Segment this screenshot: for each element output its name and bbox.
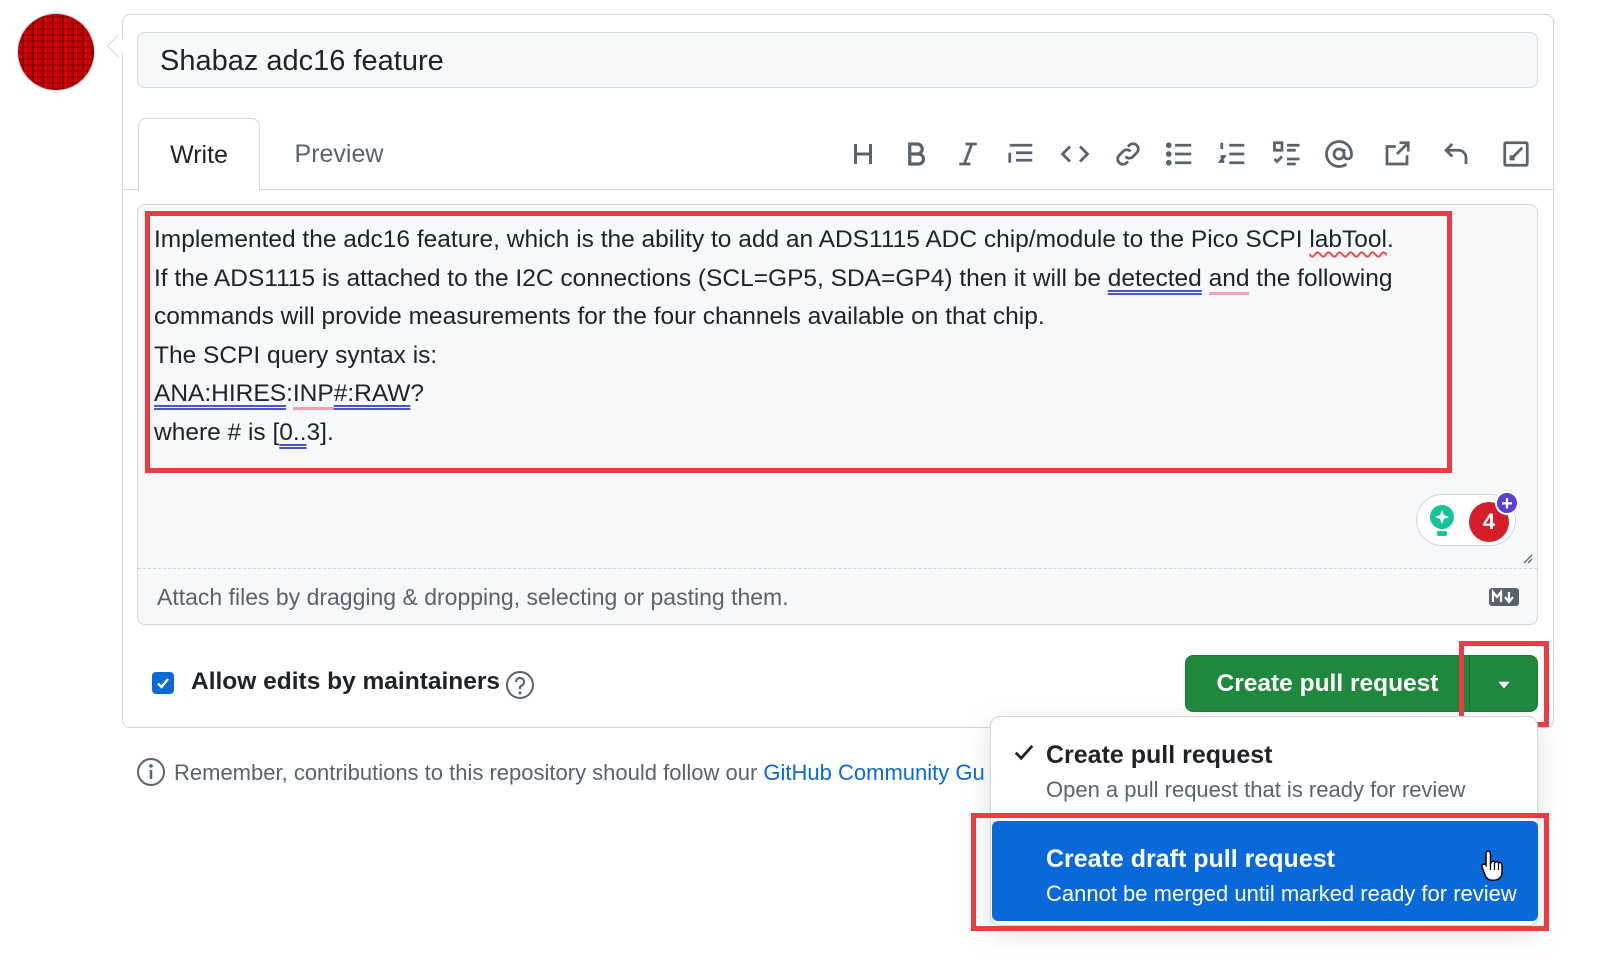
menu-item-title: Create pull request	[1046, 741, 1273, 769]
menu-item-create-pr[interactable]: Create pull request Open a pull request …	[991, 717, 1537, 815]
community-guidelines-link[interactable]: GitHub Community Gu	[763, 760, 984, 785]
code-icon[interactable]	[1056, 135, 1094, 173]
allow-edits-checkbox[interactable]	[152, 672, 174, 694]
italic-icon[interactable]	[949, 135, 987, 173]
mention-icon[interactable]	[1320, 135, 1358, 173]
description-textarea[interactable]: Implemented the adc16 feature, which is …	[137, 204, 1538, 625]
description-text: Implemented the adc16 feature, which is …	[154, 226, 1394, 446]
create-pr-button[interactable]: Create pull request	[1186, 656, 1469, 711]
pr-title-input[interactable]: Shabaz adc16 feature	[137, 32, 1538, 88]
unordered-list-icon[interactable]	[1161, 135, 1199, 173]
grammar-plus-badge: +	[1495, 491, 1519, 515]
info-icon	[137, 758, 165, 786]
triangle-down-icon	[1498, 681, 1510, 688]
help-icon[interactable]	[505, 670, 535, 700]
contribution-reminder: Remember, contributions to this reposito…	[174, 760, 985, 785]
bold-icon[interactable]	[897, 135, 935, 173]
hand-cursor-icon	[1480, 850, 1503, 881]
reference-icon[interactable]	[1378, 135, 1416, 173]
check-icon	[1014, 744, 1034, 761]
heading-icon[interactable]	[844, 135, 882, 173]
menu-item-description: Open a pull request that is ready for re…	[1046, 777, 1466, 802]
reply-icon[interactable]	[1437, 135, 1475, 173]
create-pr-split-button: Create pull request	[1185, 655, 1538, 712]
menu-item-create-draft-pr[interactable]: Create draft pull request Cannot be merg…	[992, 821, 1538, 921]
create-pr-dropdown-toggle[interactable]	[1470, 656, 1538, 711]
markdown-icon[interactable]	[1489, 587, 1519, 607]
user-avatar[interactable]	[18, 14, 94, 90]
resize-handle-icon[interactable]	[1521, 552, 1533, 564]
attach-files-bar[interactable]: Attach files by dragging & dropping, sel…	[138, 568, 1537, 624]
tab-write[interactable]: Write	[138, 118, 260, 191]
lightbulb-icon	[1430, 505, 1454, 536]
tab-preview[interactable]: Preview	[283, 118, 395, 190]
create-pr-menu: Create pull request Open a pull request …	[990, 716, 1538, 926]
ordered-list-icon[interactable]	[1214, 135, 1252, 173]
task-list-icon[interactable]	[1268, 135, 1306, 173]
menu-item-description: Cannot be merged until marked ready for …	[1046, 881, 1517, 906]
menu-item-title: Create draft pull request	[1046, 845, 1335, 873]
link-icon[interactable]	[1109, 135, 1147, 173]
checkmark-icon	[157, 678, 169, 689]
quote-icon[interactable]	[1002, 135, 1040, 173]
grammar-checker-widget[interactable]: 4 +	[1416, 491, 1519, 546]
allow-edits-label[interactable]: Allow edits by maintainers	[191, 668, 500, 696]
fullscreen-icon[interactable]	[1497, 135, 1535, 173]
attach-hint: Attach files by dragging & dropping, sel…	[157, 584, 789, 610]
